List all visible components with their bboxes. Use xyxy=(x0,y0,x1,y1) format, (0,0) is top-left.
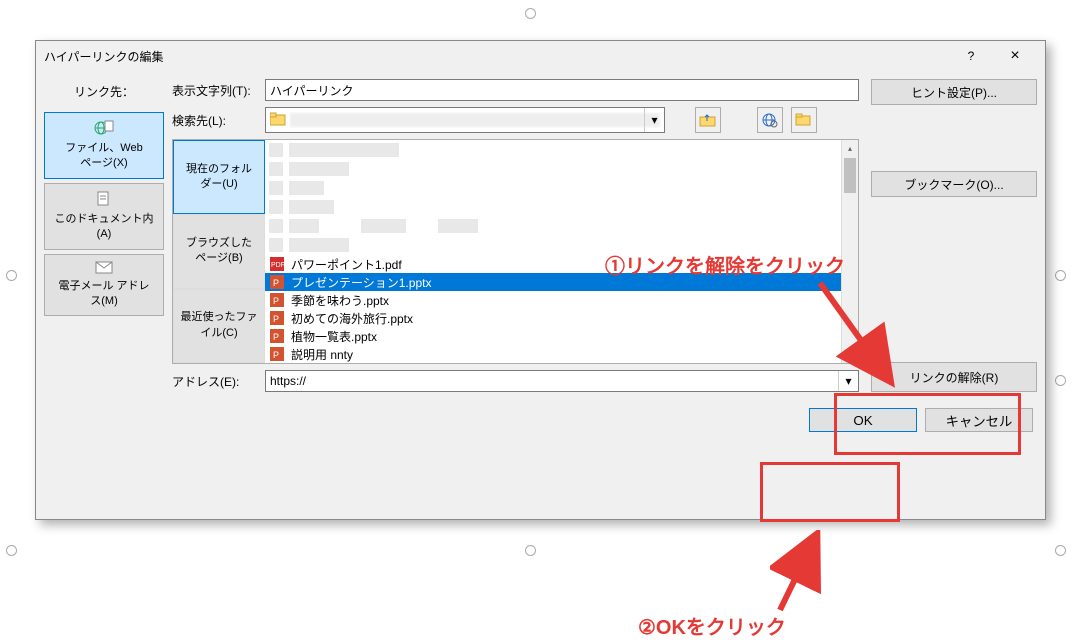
ok-button[interactable]: OK xyxy=(809,408,917,432)
pptx-icon: P xyxy=(269,329,285,343)
link-to-document-label: このドキュメント内 (A) xyxy=(55,213,154,240)
scroll-down-icon: ▾ xyxy=(842,346,858,363)
remove-link-button[interactable]: リンクの解除(R) xyxy=(871,362,1037,392)
pptx-icon: P xyxy=(269,347,285,361)
browse-file-button[interactable] xyxy=(791,107,817,133)
lookin-label: 検索先(L): xyxy=(172,112,257,129)
list-item[interactable]: P 季節を味わう.pptx xyxy=(265,291,858,309)
close-icon: × xyxy=(1010,47,1019,65)
display-text-label: 表示文字列(T): xyxy=(172,82,257,99)
open-folder-icon xyxy=(795,113,813,127)
up-folder-icon xyxy=(699,112,717,128)
link-to-file-web[interactable]: ファイル、Web ページ(X) xyxy=(44,112,164,179)
tab-recent-files[interactable]: 最近使ったファ イル(C) xyxy=(173,289,265,363)
file-name: プレゼンテーション1.pptx xyxy=(291,274,431,291)
file-name: パワーポイント1.pdf xyxy=(291,256,402,273)
web-search-icon xyxy=(761,112,779,128)
link-to-file-web-label: ファイル、Web ページ(X) xyxy=(65,142,142,169)
link-to-email-label: 電子メール アドレ ス(M) xyxy=(58,280,149,307)
tab-browsed-pages[interactable]: ブラウズした ページ(B) xyxy=(173,214,265,288)
document-icon xyxy=(95,190,113,208)
browse-tabs: 現在のフォル ダー(U) ブラウズした ページ(B) 最近使ったファ イル(C) xyxy=(173,140,265,363)
file-name: 初めての海外旅行.pptx xyxy=(291,310,413,327)
bookmark-button[interactable]: ブックマーク(O)... xyxy=(871,171,1037,197)
link-to-panel: リンク先： ファイル、Web ページ(X) このドキュメント内 (A) 電子メー… xyxy=(44,79,164,392)
link-to-document[interactable]: このドキュメント内 (A) xyxy=(44,183,164,250)
annotation-step2-text: ②OKをクリック xyxy=(638,611,786,640)
pptx-icon: P xyxy=(269,293,285,307)
svg-text:P: P xyxy=(273,314,279,324)
lookin-combo[interactable]: ▾ xyxy=(265,107,665,133)
file-list[interactable]: PDF パワーポイント1.pdf P プレゼンテーション1.pptx P 季節を… xyxy=(265,140,858,363)
main-panel: 表示文字列(T): 検索先(L): ▾ xyxy=(172,79,859,392)
scrollbar[interactable]: ▴ ▾ xyxy=(841,140,858,363)
svg-text:PDF: PDF xyxy=(271,262,284,269)
hint-settings-button[interactable]: ヒント設定(P)... xyxy=(871,79,1037,105)
pptx-icon: P xyxy=(269,311,285,325)
right-panel: ヒント設定(P)... ブックマーク(O)... リンクの解除(R) xyxy=(867,79,1037,392)
globe-page-icon xyxy=(94,119,114,137)
list-item[interactable]: PDF パワーポイント1.pdf xyxy=(265,255,858,273)
display-text-input[interactable] xyxy=(265,79,859,101)
scroll-thumb[interactable] xyxy=(844,158,856,193)
folder-icon xyxy=(270,112,286,128)
email-icon xyxy=(95,261,113,275)
link-to-email[interactable]: 電子メール アドレ ス(M) xyxy=(44,254,164,317)
svg-text:P: P xyxy=(273,332,279,342)
tab-current-folder[interactable]: 現在のフォル ダー(U) xyxy=(173,140,265,214)
list-item[interactable]: P プレゼンテーション1.pptx xyxy=(265,273,858,291)
scroll-up-icon: ▴ xyxy=(842,140,858,157)
titlebar: ハイパーリンクの編集 ? × xyxy=(36,41,1045,71)
edit-hyperlink-dialog: ハイパーリンクの編集 ? × リンク先： ファイル、Web ページ(X) このド… xyxy=(35,40,1046,520)
svg-text:P: P xyxy=(273,296,279,306)
file-name: 植物一覧表.pptx xyxy=(291,328,377,345)
pptx-icon: P xyxy=(269,275,285,289)
pdf-icon: PDF xyxy=(269,257,285,271)
address-label: アドレス(E): xyxy=(172,373,257,390)
address-combo[interactable]: https:// ▾ xyxy=(265,370,859,392)
list-item[interactable]: P 植物一覧表.pptx xyxy=(265,327,858,345)
close-button[interactable]: × xyxy=(993,44,1037,68)
svg-text:P: P xyxy=(273,278,279,288)
help-icon: ? xyxy=(968,49,975,63)
file-name: 季節を味わう.pptx xyxy=(291,292,389,309)
up-folder-button[interactable] xyxy=(695,107,721,133)
help-button[interactable]: ? xyxy=(949,44,993,68)
link-to-label: リンク先： xyxy=(44,79,164,108)
browse-web-button[interactable] xyxy=(757,107,783,133)
chevron-down-icon: ▾ xyxy=(644,108,664,132)
file-name: 説明用 nnty xyxy=(291,346,353,363)
svg-text:P: P xyxy=(273,350,279,360)
dialog-title: ハイパーリンクの編集 xyxy=(44,48,949,65)
cancel-button[interactable]: キャンセル xyxy=(925,408,1033,432)
chevron-down-icon: ▾ xyxy=(838,371,858,391)
list-item[interactable]: P 初めての海外旅行.pptx xyxy=(265,309,858,327)
list-item[interactable]: P 説明用 nnty xyxy=(265,345,858,363)
address-value: https:// xyxy=(266,374,838,388)
annotation-arrow-2 xyxy=(770,530,830,620)
